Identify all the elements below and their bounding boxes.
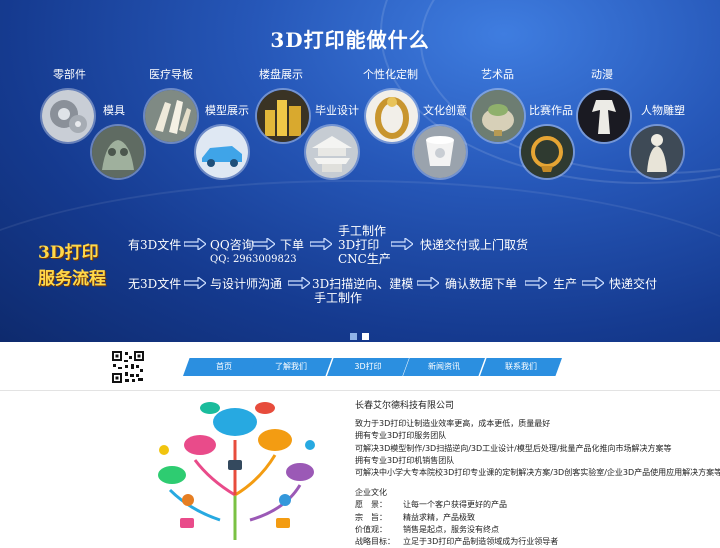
intro-line: 可解决3D模型制作/3D扫描逆向/3D工业设计/模型后处理/批量产品化推向市场解… <box>355 443 672 453</box>
arrow-right-icon <box>582 277 604 289</box>
arrow-right-icon <box>417 277 439 289</box>
category-label-anime: 动漫 <box>591 68 613 81</box>
category-label-creative: 文化创意 <box>423 104 467 117</box>
category-label-contest: 比赛作品 <box>529 104 573 117</box>
intro-line: 致力于3D打印让制造业效率更高，成本更低，质量最好 <box>355 419 551 429</box>
intro-line: 可解决中小学大专本院校3D打印专业课的定制解决方案/3D创客实验室/企业3D产品… <box>355 468 720 478</box>
arrow-right-icon <box>525 277 547 289</box>
category-label-crafts: 艺术品 <box>481 68 514 81</box>
contest-image <box>521 126 573 178</box>
arrow-right-icon <box>253 238 275 250</box>
flow-title-line1: 3D打印 <box>38 243 99 263</box>
category-label-model: 模型展示 <box>205 104 249 117</box>
company-intro: 长春艾尔德科技有限公司 致力于3D打印让制造业效率更高，成本更低，质量最好 拥有… <box>355 400 720 548</box>
intro-line: 拥有专业3D打印服务团队 <box>355 431 447 441</box>
category-label-parts: 零部件 <box>53 68 86 81</box>
arrow-right-icon <box>288 277 310 289</box>
banner: 3D打印能做什么 零部件 医疗导板 楼盘展示 个性化定制 艺术品 动漫 模具 模… <box>0 0 720 342</box>
qr-code-icon <box>111 350 145 384</box>
flow1-step5: 快递交付或上门取货 <box>420 238 529 252</box>
flow2-step2: 与设计师沟通 <box>210 277 283 291</box>
medical-guide-image <box>145 90 197 142</box>
qq-number: QQ: 2963009823 <box>210 254 297 265</box>
anime-image <box>578 90 630 142</box>
nav-news[interactable]: 新闻资讯 <box>403 358 485 376</box>
model-car-image <box>196 126 248 178</box>
arrow-right-icon <box>184 277 206 289</box>
culture-row: 宗 旨： 精益求精，产品极致 <box>355 512 475 522</box>
category-label-custom: 个性化定制 <box>363 68 418 81</box>
slider-dot-active[interactable] <box>362 333 369 340</box>
category-label-graduation: 毕业设计 <box>315 104 359 117</box>
category-label-mold: 模具 <box>103 104 125 117</box>
flow1-step4c: CNC生产 <box>338 252 391 266</box>
banner-title: 3D打印能做什么 <box>270 28 430 52</box>
culture-row: 价值观： 销售是起点，服务没有终点 <box>355 524 499 534</box>
crafts-image <box>472 90 524 142</box>
figure-sculpture-image <box>631 126 683 178</box>
culture-title: 企业文化 <box>355 488 387 498</box>
category-label-figure: 人物雕塑 <box>641 104 685 117</box>
category-label-medical: 医疗导板 <box>149 68 193 81</box>
flow1-step3: 下单 <box>280 238 305 252</box>
cloud-network-illustration <box>158 402 315 540</box>
flow2-step6: 快递交付 <box>609 277 658 291</box>
arrow-right-icon <box>391 238 413 250</box>
company-name: 长春艾尔德科技有限公司 <box>355 401 455 411</box>
creative-cup-image <box>414 126 466 178</box>
mold-image <box>92 126 144 178</box>
nav-3d-printing[interactable]: 3D打印 <box>327 358 409 376</box>
culture-row: 战略目标： 立足于3D打印产品制造领域成为行业领导者 <box>355 537 559 547</box>
flow1-step2: QQ咨询 <box>210 238 254 252</box>
flow2-step1: 无3D文件 <box>128 277 182 291</box>
parts-image <box>42 90 94 142</box>
culture-row: 愿 景： 让每一个客户获得更好的产品 <box>355 500 507 510</box>
building-image <box>257 90 309 142</box>
intro-line: 拥有专业3D打印机销售团队 <box>355 455 455 465</box>
category-label-building: 楼盘展示 <box>259 68 303 81</box>
flow-title-line2: 服务流程 <box>38 269 106 289</box>
arrow-right-icon <box>184 238 206 250</box>
arrow-right-icon <box>310 238 332 250</box>
flow2-step4: 确认数据下单 <box>445 277 518 291</box>
flow2-step5: 生产 <box>553 277 578 291</box>
nav-about[interactable]: 了解我们 <box>250 358 332 376</box>
slider-dots <box>350 325 374 342</box>
flow1-step1: 有3D文件 <box>128 238 182 252</box>
custom-ring-image <box>366 90 418 142</box>
nav-contact[interactable]: 联系我们 <box>480 358 562 376</box>
flow2-step3b: 手工制作 <box>314 291 363 305</box>
graduation-pagoda-image <box>306 126 358 178</box>
slider-dot[interactable] <box>350 333 357 340</box>
